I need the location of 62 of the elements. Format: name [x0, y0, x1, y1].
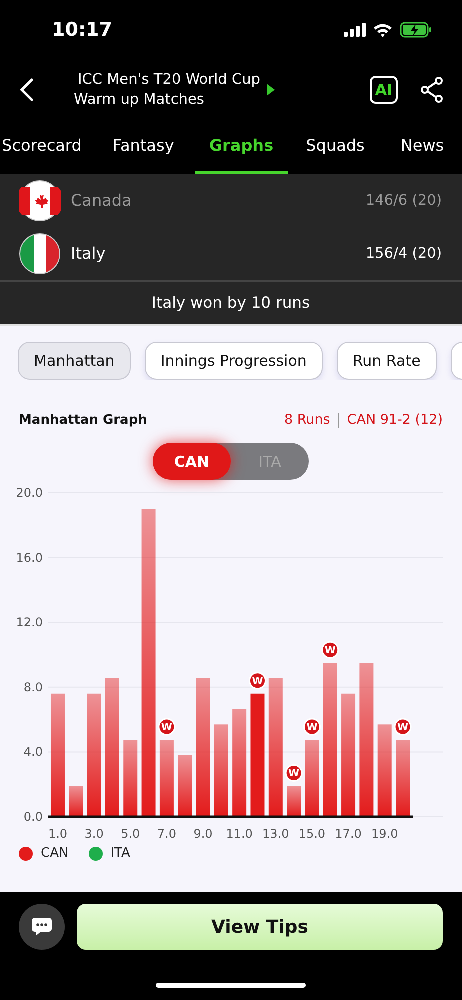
tab[interactable]: Fantasy [92, 120, 195, 174]
x-tick-label: 1.0 [48, 827, 68, 841]
legend-label: ITA [110, 846, 130, 861]
wicket-marker: W [303, 718, 321, 736]
match-result: Italy won by 10 runs [152, 294, 310, 312]
x-tick-label: 3.0 [84, 827, 104, 841]
x-tick-label: 9.0 [194, 827, 213, 841]
x-tick-label: 13.0 [262, 827, 290, 841]
x-tick-label: 11.0 [226, 827, 253, 841]
x-tick-label: 7.0 [157, 827, 176, 841]
wifi-icon [373, 22, 393, 38]
play-icon [266, 84, 275, 96]
graph-title: Manhattan Graph [19, 412, 148, 428]
wicket-marker: W [285, 764, 303, 782]
flag-icon [19, 232, 61, 274]
y-tick-label: 16.0 [16, 550, 43, 565]
annotation: W [324, 646, 336, 657]
y-tick-label: 20.0 [16, 486, 43, 500]
tab[interactable]: News [383, 120, 462, 174]
chat-bubble-icon [31, 917, 53, 937]
share-icon[interactable] [420, 77, 444, 103]
wicket-marker: W [249, 672, 266, 690]
ai-button[interactable]: AI [370, 76, 398, 104]
match-title[interactable]: ICC Men's T20 World Cup Warm up Matches [74, 70, 261, 110]
bar[interactable] [69, 786, 84, 817]
graph-tab[interactable]: Manhattan [18, 342, 131, 380]
tab[interactable]: Scorecard [0, 120, 92, 174]
tab[interactable]: Squads [288, 120, 383, 174]
annotation: W [161, 722, 172, 734]
bar[interactable] [178, 755, 192, 817]
chat-button[interactable] [19, 904, 65, 950]
x-tick-label: 15.0 [298, 827, 326, 841]
y-tick-label: 0.0 [24, 810, 43, 824]
team-name: Italy [71, 244, 107, 263]
battery-icon [400, 22, 432, 38]
annotation: W [252, 676, 264, 688]
wicket-marker: W [158, 718, 176, 736]
graph-tab[interactable]: Run Rate [336, 342, 437, 380]
team-score: 146/6 (20) [366, 192, 442, 208]
status-time: 10:17 [52, 19, 114, 41]
annotation: W [306, 722, 318, 734]
team-name: Canada [71, 191, 133, 210]
over-score: CAN 91-2 (12) [347, 412, 443, 428]
bar[interactable] [287, 786, 302, 817]
flag-icon [19, 180, 61, 222]
annotation: W [397, 722, 409, 734]
y-tick-label: 8.0 [24, 680, 43, 694]
y-tick-label: 4.0 [24, 745, 43, 760]
y-tick-label: 12.0 [16, 616, 43, 630]
annotation: W [288, 768, 300, 780]
team-score: 156/4 (20) [366, 246, 442, 262]
team-toggle-option[interactable]: CAN [153, 443, 231, 480]
x-tick-label: 17.0 [335, 827, 362, 841]
signal-icon [344, 23, 366, 37]
wicket-marker: W [322, 641, 340, 659]
over-runs: 8 Runs [284, 412, 330, 428]
x-tick-label: 19.0 [372, 827, 398, 841]
wicket-marker: W [394, 718, 412, 736]
legend-label: CAN [41, 846, 69, 861]
x-tick-label: 5.0 [121, 827, 140, 841]
view-tips-button[interactable]: View Tips [77, 904, 443, 950]
graph-tab[interactable]: Innings Progression [144, 342, 323, 380]
